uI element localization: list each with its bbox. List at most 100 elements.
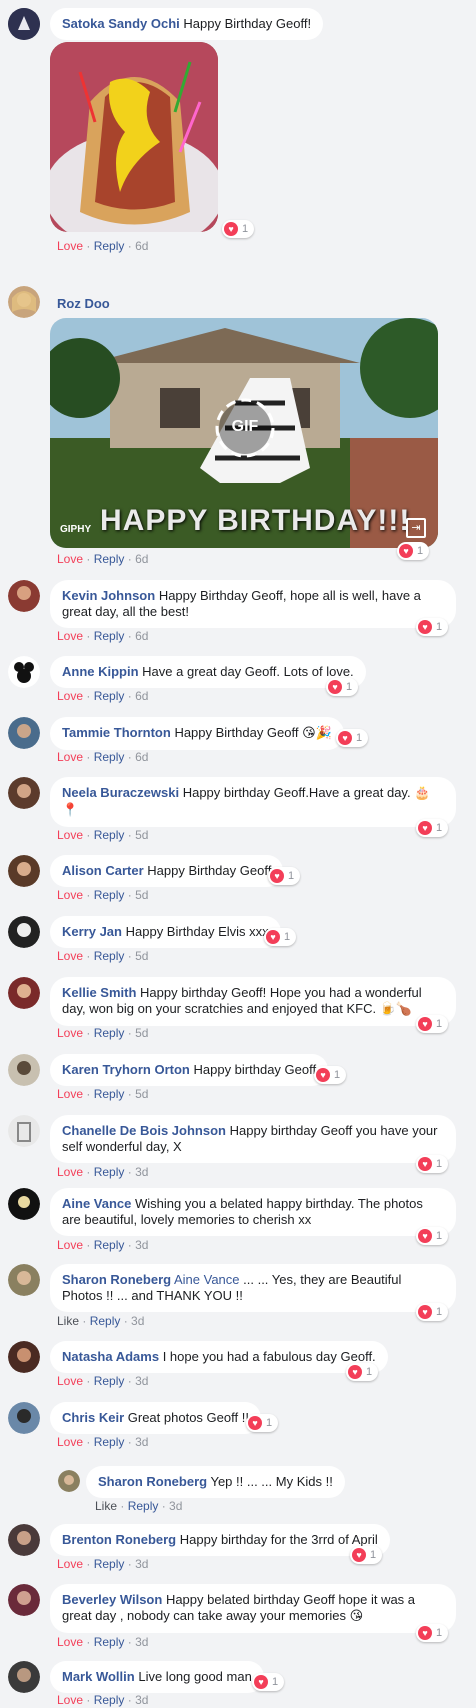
reaction-count[interactable]: ♥ 1 [416,819,449,837]
author-name[interactable]: Sharon Roneberg [98,1474,207,1489]
author-name[interactable]: Beverley Wilson [62,1592,162,1607]
like-link[interactable]: Like [95,1499,117,1513]
avatar[interactable] [8,1341,40,1373]
timestamp[interactable]: 6d [135,750,148,764]
reaction-count[interactable]: ♥ 1 [416,1155,449,1173]
reaction-count[interactable]: ♥ 1 [222,220,255,238]
timestamp[interactable]: 3d [135,1557,148,1571]
reaction-count[interactable]: ♥ 1 [346,1363,379,1381]
reply-link[interactable]: Reply [94,552,125,566]
author-name[interactable]: Anne Kippin [62,664,139,679]
avatar[interactable] [8,916,40,948]
love-link[interactable]: Love [57,888,83,902]
avatar[interactable] [8,8,40,40]
author-name[interactable]: Chris Keir [62,1410,124,1425]
reply-link[interactable]: Reply [94,239,125,253]
love-link[interactable]: Love [57,1693,83,1707]
reply-link[interactable]: Reply [94,949,125,963]
reaction-count[interactable]: ♥ 1 [416,1015,449,1033]
reply-link[interactable]: Reply [94,750,125,764]
author-name[interactable]: Satoka Sandy Ochi [62,16,180,31]
avatar[interactable] [8,1115,40,1147]
reaction-count[interactable]: ♥ 1 [252,1673,285,1691]
mention-link[interactable]: Aine Vance [174,1272,240,1287]
reaction-count[interactable]: ♥ 1 [350,1546,383,1564]
author-name[interactable]: Karen Tryhorn Orton [62,1062,190,1077]
love-link[interactable]: Love [57,1026,83,1040]
author-name[interactable]: Aine Vance [62,1196,131,1211]
avatar[interactable] [8,855,40,887]
author-name[interactable]: Mark Wollin [62,1669,135,1684]
reply-link[interactable]: Reply [94,1435,125,1449]
reply-link[interactable]: Reply [94,689,125,703]
avatar[interactable] [8,1054,40,1086]
timestamp[interactable]: 6d [135,689,148,703]
avatar[interactable] [8,1264,40,1296]
love-link[interactable]: Love [57,750,83,764]
love-link[interactable]: Love [57,689,83,703]
attached-photo[interactable] [50,42,218,232]
reply-link[interactable]: Reply [94,1238,125,1252]
timestamp[interactable]: 3d [169,1499,182,1513]
timestamp[interactable]: 5d [135,888,148,902]
timestamp[interactable]: 3d [135,1374,148,1388]
reply-link[interactable]: Reply [94,1557,125,1571]
author-name[interactable]: Kerry Jan [62,924,122,939]
avatar[interactable] [58,1470,80,1492]
expand-icon[interactable]: ⇥ [406,518,426,538]
love-link[interactable]: Love [57,1238,83,1252]
author-name[interactable]: Sharon Roneberg [62,1272,171,1287]
author-name[interactable]: Neela Buraczewski [62,785,179,800]
avatar[interactable] [8,977,40,1009]
reply-link[interactable]: Reply [90,1314,121,1328]
timestamp[interactable]: 3d [135,1165,148,1179]
author-name[interactable]: Chanelle De Bois Johnson [62,1123,226,1138]
love-link[interactable]: Love [57,239,83,253]
author-name[interactable]: Roz Doo [57,296,110,311]
reaction-count[interactable]: ♥ 1 [246,1414,279,1432]
love-link[interactable]: Love [57,629,83,643]
reply-link[interactable]: Reply [94,828,125,842]
avatar[interactable] [8,1188,40,1220]
reaction-count[interactable]: ♥ 1 [397,542,430,560]
love-link[interactable]: Love [57,949,83,963]
love-link[interactable]: Love [57,828,83,842]
avatar[interactable] [8,1402,40,1434]
reaction-count[interactable]: ♥ 1 [268,867,301,885]
love-link[interactable]: Love [57,1557,83,1571]
reaction-count[interactable]: ♥ 1 [336,729,369,747]
timestamp[interactable]: 3d [135,1435,148,1449]
reaction-count[interactable]: ♥ 1 [416,1303,449,1321]
timestamp[interactable]: 6d [135,552,148,566]
timestamp[interactable]: 5d [135,1026,148,1040]
timestamp[interactable]: 3d [135,1635,148,1649]
avatar[interactable] [8,1524,40,1556]
timestamp[interactable]: 3d [135,1238,148,1252]
love-link[interactable]: Love [57,1087,83,1101]
love-link[interactable]: Love [57,1374,83,1388]
timestamp[interactable]: 5d [135,949,148,963]
author-name[interactable]: Natasha Adams [62,1349,159,1364]
author-name[interactable]: Tammie Thornton [62,725,171,740]
like-link[interactable]: Like [57,1314,79,1328]
avatar[interactable] [8,580,40,612]
timestamp[interactable]: 6d [135,629,148,643]
reaction-count[interactable]: ♥ 1 [416,618,449,636]
reaction-count[interactable]: ♥ 1 [264,928,297,946]
attached-gif[interactable]: GIF HAPPY BIRTHDAY!!! GIPHY ⇥ [50,318,438,548]
reply-link[interactable]: Reply [94,1165,125,1179]
reply-link[interactable]: Reply [94,629,125,643]
reaction-count[interactable]: ♥ 1 [326,678,359,696]
reply-link[interactable]: Reply [94,1374,125,1388]
author-name[interactable]: Alison Carter [62,863,144,878]
avatar[interactable] [8,777,40,809]
author-name[interactable]: Brenton Roneberg [62,1532,176,1547]
reply-link[interactable]: Reply [94,1635,125,1649]
author-name[interactable]: Kellie Smith [62,985,136,1000]
reply-link[interactable]: Reply [94,1087,125,1101]
love-link[interactable]: Love [57,552,83,566]
timestamp[interactable]: 6d [135,239,148,253]
avatar[interactable] [8,717,40,749]
timestamp[interactable]: 5d [135,1087,148,1101]
author-name[interactable]: Kevin Johnson [62,588,155,603]
